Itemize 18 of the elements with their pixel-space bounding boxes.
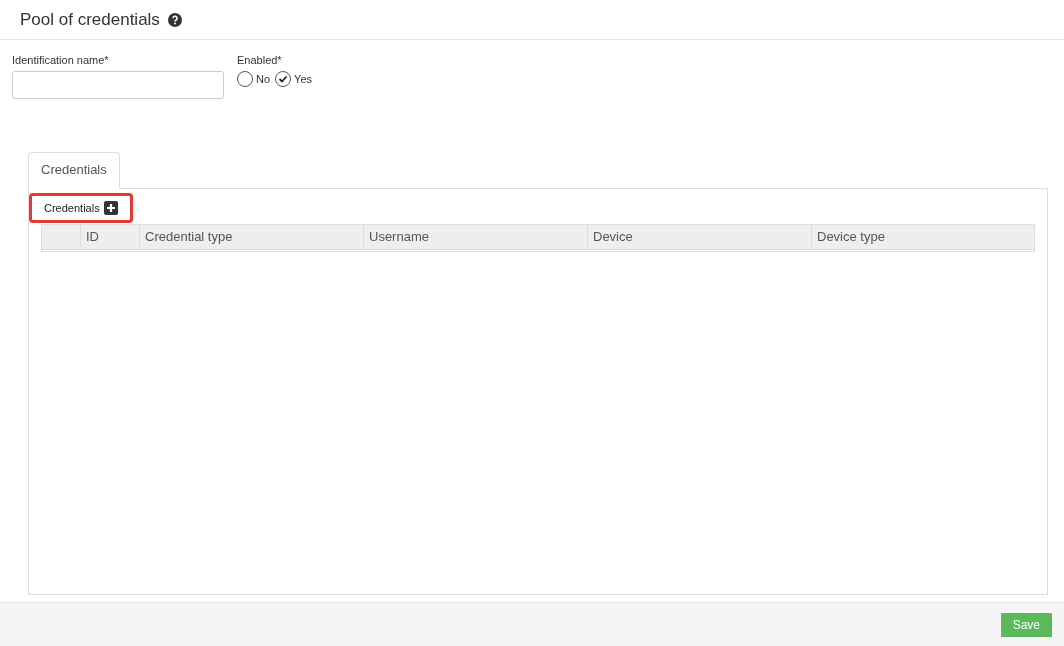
help-icon[interactable] bbox=[167, 12, 182, 27]
tab[interactable]: Credentials bbox=[28, 151, 120, 189]
field-label: Enabled* bbox=[237, 53, 283, 68]
section-label: Credentials bbox=[44, 200, 100, 216]
field-label: Identification name* bbox=[12, 53, 110, 68]
radio-label[interactable]: Yes bbox=[294, 70, 312, 87]
column-header: Credential type bbox=[140, 225, 364, 249]
checked-radio[interactable] bbox=[275, 70, 292, 87]
column-header: Device bbox=[588, 225, 812, 249]
page-title: Pool of credentials bbox=[20, 8, 160, 31]
column-header: Username bbox=[364, 225, 588, 249]
column-header: ID bbox=[81, 225, 140, 249]
check-icon bbox=[278, 73, 289, 84]
add-icon[interactable] bbox=[103, 200, 118, 215]
input-field[interactable] bbox=[12, 70, 224, 99]
radio-label[interactable]: No bbox=[256, 70, 271, 87]
column-header: Device type bbox=[816, 228, 886, 247]
radio-button[interactable] bbox=[237, 70, 253, 87]
